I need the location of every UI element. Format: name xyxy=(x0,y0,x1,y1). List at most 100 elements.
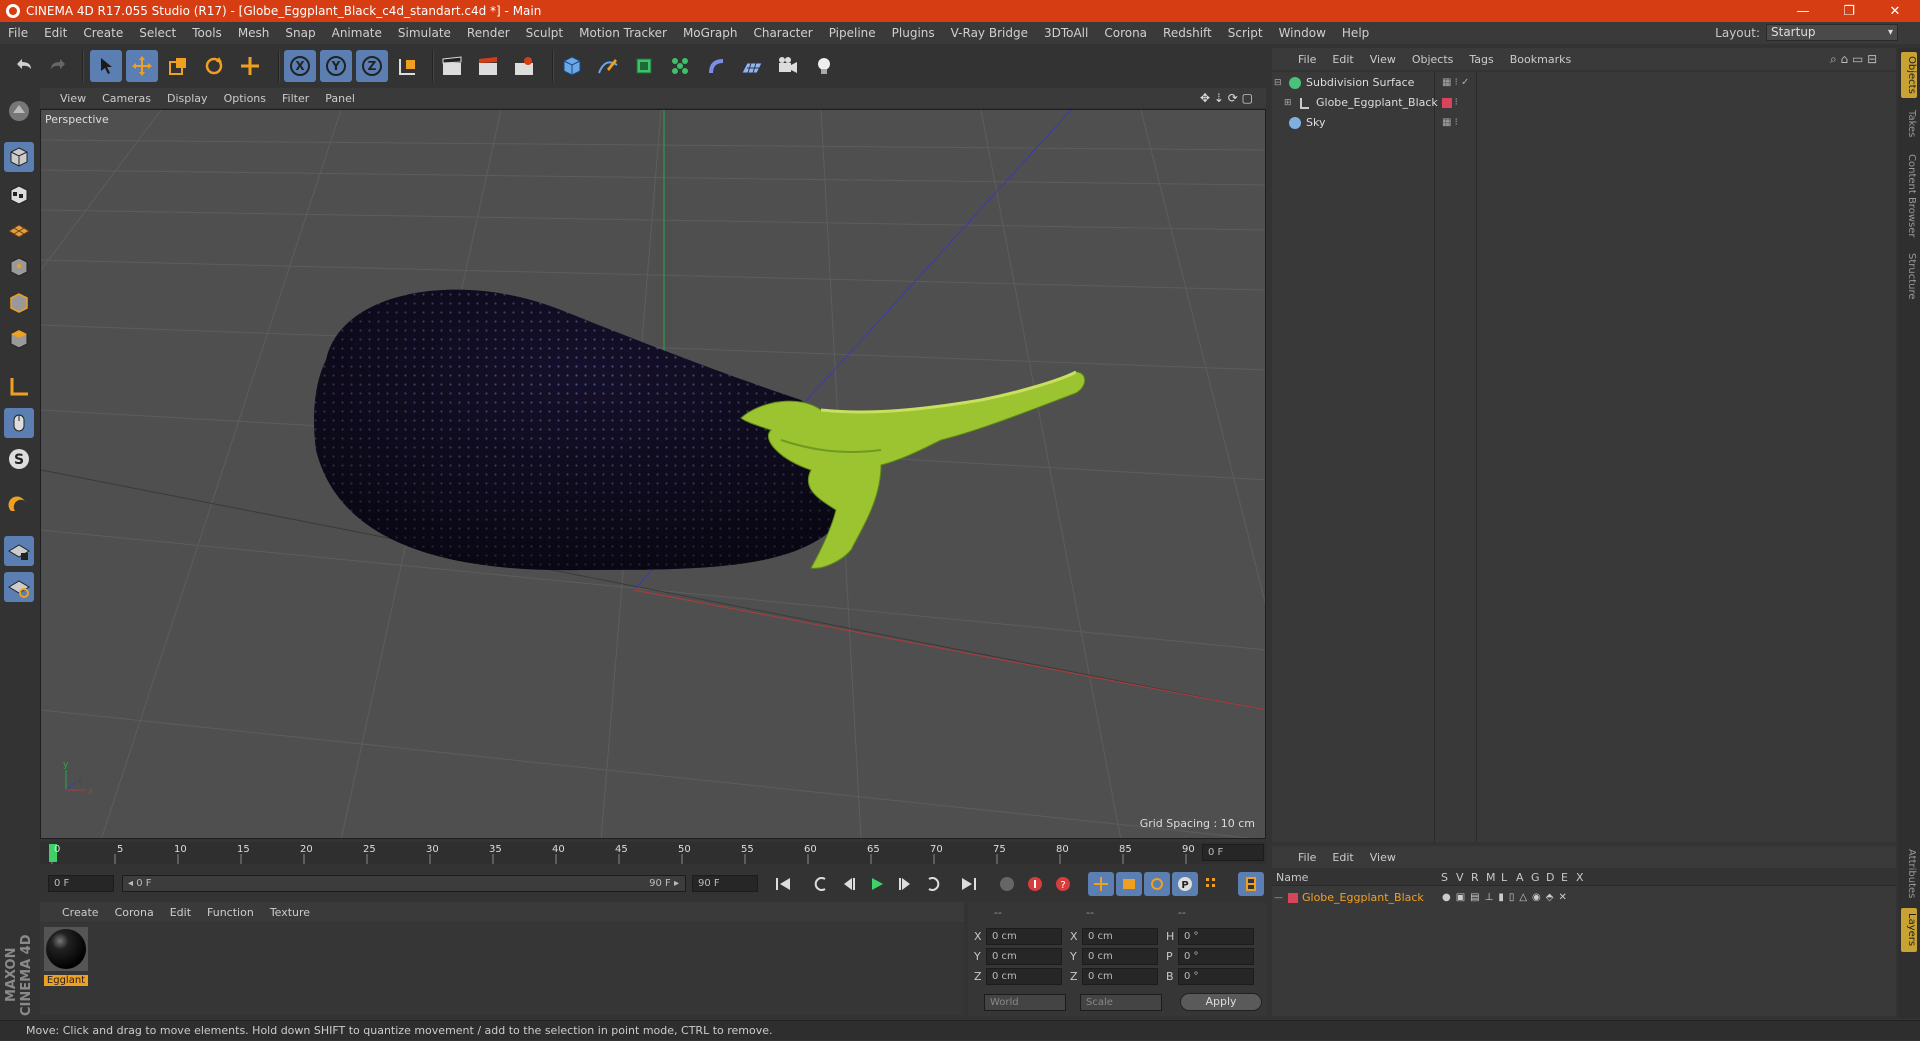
next-frame-button[interactable] xyxy=(892,872,918,896)
object-row-subdivision-surface[interactable]: ⊟ Subdivision Surface ▦ ⁝ ✓ xyxy=(1274,73,1894,92)
size-z-field[interactable]: 0 cm xyxy=(1082,968,1158,985)
object-row-globe-eggplant-black[interactable]: ⊞ Globe_Eggplant_Black ▦ ⁝ xyxy=(1274,93,1894,112)
viewport-menu-options[interactable]: Options xyxy=(216,92,274,105)
objects-menu-objects[interactable]: Objects xyxy=(1404,53,1462,66)
menu-vray-bridge[interactable]: V-Ray Bridge xyxy=(943,26,1036,40)
material-menu-function[interactable]: Function xyxy=(199,906,262,919)
layout-dropdown[interactable]: Startup xyxy=(1766,24,1898,41)
keyframe-selection-button[interactable]: ? xyxy=(1050,872,1076,896)
collapse-icon[interactable]: ⊟ xyxy=(1274,78,1284,88)
timeline-window-button[interactable] xyxy=(1238,872,1264,896)
redo-button[interactable] xyxy=(42,50,74,82)
add-floor-button[interactable] xyxy=(736,50,768,82)
layers-menu-edit[interactable]: Edit xyxy=(1324,851,1361,864)
menu-snap[interactable]: Snap xyxy=(277,26,323,40)
model-mode-button[interactable] xyxy=(4,142,34,172)
key-pla-button[interactable] xyxy=(1200,872,1226,896)
menu-script[interactable]: Script xyxy=(1220,26,1271,40)
y-axis-lock-button[interactable]: Y xyxy=(320,50,352,82)
play-button[interactable] xyxy=(864,872,890,896)
menu-motion-tracker[interactable]: Motion Tracker xyxy=(571,26,675,40)
layer-col-animation[interactable]: A xyxy=(1516,871,1524,884)
timeline-ruler[interactable]: 0 5 10 15 20 25 30 35 40 45 50 55 60 65 … xyxy=(40,842,1266,864)
move-tool-button[interactable] xyxy=(126,50,158,82)
edges-mode-button[interactable] xyxy=(4,288,34,318)
undo-button[interactable] xyxy=(8,50,40,82)
texture-mode-button[interactable] xyxy=(4,180,34,210)
visibility-toggle[interactable]: ▦ ⁝ ✓ xyxy=(1442,77,1469,88)
size-x-field[interactable]: 0 cm xyxy=(1082,928,1158,945)
minimize-button[interactable]: — xyxy=(1780,0,1826,22)
layer-col-xref[interactable]: X xyxy=(1576,871,1584,884)
perspective-viewport[interactable]: y x z Perspective Grid Spacing : 10 cm xyxy=(40,109,1266,839)
menu-pipeline[interactable]: Pipeline xyxy=(821,26,884,40)
tab-structure[interactable]: Structure xyxy=(1901,248,1917,304)
menu-mesh[interactable]: Mesh xyxy=(230,26,278,40)
viewport-nav-icons[interactable]: ✥ ⇣ ⟳ ▢ xyxy=(1200,91,1253,105)
add-camera-button[interactable] xyxy=(772,50,804,82)
key-scale-button[interactable] xyxy=(1116,872,1142,896)
tweak-mode-button[interactable] xyxy=(4,408,34,438)
coordinate-mode-dropdown[interactable]: World xyxy=(984,994,1066,1011)
viewport-menu-view[interactable]: View xyxy=(52,92,94,105)
rotate-tool-button[interactable] xyxy=(198,50,230,82)
add-mograph-button[interactable] xyxy=(664,50,696,82)
material-menu-create[interactable]: Create xyxy=(54,906,107,919)
key-position-button[interactable] xyxy=(1088,872,1114,896)
material-menu-corona[interactable]: Corona xyxy=(107,906,162,919)
next-key-button[interactable] xyxy=(920,872,946,896)
workplane-rotate-button[interactable] xyxy=(4,572,34,602)
menu-sculpt[interactable]: Sculpt xyxy=(518,26,571,40)
menu-plugins[interactable]: Plugins xyxy=(884,26,943,40)
axis-mode-button[interactable] xyxy=(4,372,34,402)
layer-col-generators[interactable]: G xyxy=(1531,871,1540,884)
add-deformer-button[interactable] xyxy=(700,50,732,82)
z-axis-lock-button[interactable]: Z xyxy=(356,50,388,82)
viewport-menu-cameras[interactable]: Cameras xyxy=(94,92,159,105)
layer-col-locked[interactable]: L xyxy=(1501,871,1507,884)
transform-tool-button[interactable] xyxy=(234,50,266,82)
magnet-button[interactable] xyxy=(4,492,34,522)
layers-menu-file[interactable]: File xyxy=(1290,851,1324,864)
live-selection-button[interactable] xyxy=(90,50,122,82)
workplane-mode-button[interactable] xyxy=(4,214,34,244)
go-to-end-button[interactable] xyxy=(956,872,982,896)
expand-icon[interactable]: ⊞ xyxy=(1284,98,1294,108)
object-manager-search-icon[interactable]: ⌕ ⌂ ▭ ⊟ xyxy=(1830,52,1877,67)
go-to-start-button[interactable] xyxy=(770,872,796,896)
object-row-sky[interactable]: Sky ▦ ⁝ xyxy=(1274,113,1894,132)
layer-col-render[interactable]: R xyxy=(1471,871,1479,884)
rotation-b-field[interactable]: 0 ° xyxy=(1178,968,1254,985)
position-y-field[interactable]: 0 cm xyxy=(986,948,1062,965)
tab-attributes[interactable]: Attributes xyxy=(1901,846,1917,902)
lock-workplane-button[interactable] xyxy=(4,536,34,566)
render-view-button[interactable] xyxy=(436,50,468,82)
scale-tool-button[interactable] xyxy=(162,50,194,82)
layer-col-view[interactable]: V xyxy=(1456,871,1464,884)
add-light-button[interactable] xyxy=(808,50,840,82)
polygons-mode-button[interactable] xyxy=(4,324,34,354)
position-z-field[interactable]: 0 cm xyxy=(986,968,1062,985)
objects-menu-edit[interactable]: Edit xyxy=(1324,53,1361,66)
rotation-p-field[interactable]: 0 ° xyxy=(1178,948,1254,965)
apply-button[interactable]: Apply xyxy=(1180,993,1262,1011)
previous-key-button[interactable] xyxy=(808,872,834,896)
layers-menu-view[interactable]: View xyxy=(1362,851,1404,864)
preview-range-slider[interactable]: ◂ 0 F 90 F ▸ xyxy=(122,875,686,892)
end-frame-field[interactable]: 90 F xyxy=(692,875,758,892)
position-x-field[interactable]: 0 cm xyxy=(986,928,1062,945)
objects-menu-bookmarks[interactable]: Bookmarks xyxy=(1502,53,1579,66)
record-keys-button[interactable] xyxy=(994,872,1020,896)
size-mode-dropdown[interactable]: Scale xyxy=(1080,994,1162,1011)
objects-menu-view[interactable]: View xyxy=(1362,53,1404,66)
rotation-h-field[interactable]: 0 ° xyxy=(1178,928,1254,945)
points-mode-button[interactable] xyxy=(4,252,34,282)
add-subdivision-button[interactable] xyxy=(628,50,660,82)
tab-layers[interactable]: Layers xyxy=(1901,908,1917,952)
x-axis-lock-button[interactable]: X xyxy=(284,50,316,82)
menu-select[interactable]: Select xyxy=(131,26,184,40)
layer-color-chip[interactable] xyxy=(1288,892,1298,903)
material-swatch[interactable]: Egglant xyxy=(44,927,88,987)
menu-mograph[interactable]: MoGraph xyxy=(675,26,746,40)
viewport-menu-panel[interactable]: Panel xyxy=(317,92,363,105)
